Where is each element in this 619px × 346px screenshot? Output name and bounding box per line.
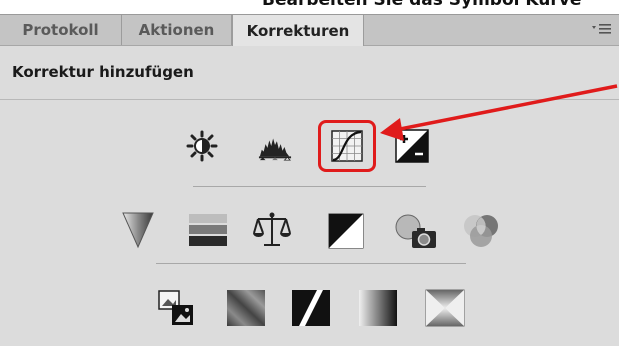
annotation-arrow-icon <box>380 84 618 141</box>
